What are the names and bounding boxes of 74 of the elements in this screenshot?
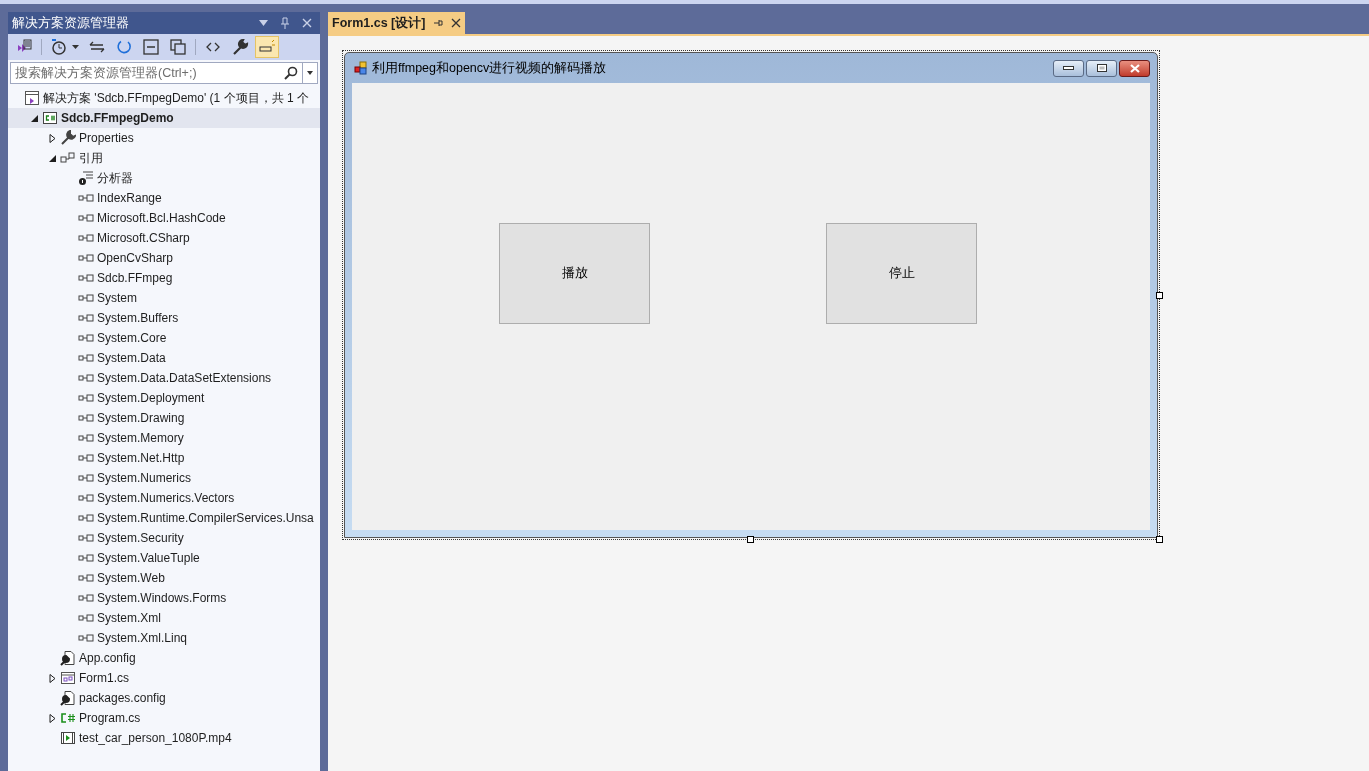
panel-title: 解决方案资源管理器 [12, 14, 130, 32]
analyzer-icon [78, 170, 94, 186]
config-file-icon [60, 690, 76, 706]
tree-item[interactable]: Microsoft.CSharp [8, 228, 320, 248]
tree-item[interactable]: System [8, 288, 320, 308]
minimize-button[interactable] [1053, 59, 1084, 77]
csharp-project-icon [42, 110, 58, 126]
collapsed-arrow-icon[interactable] [47, 713, 57, 723]
config-file-icon [60, 650, 76, 666]
tree-item[interactable]: System.Data.DataSetExtensions [8, 368, 320, 388]
tree-item[interactable]: 解决方案 'Sdcb.FFmpegDemo' (1 个项目，共 1 个 [8, 88, 320, 108]
tree-item[interactable]: 分析器 [8, 168, 320, 188]
wrench-icon [60, 130, 76, 146]
minimize-icon [1063, 66, 1074, 70]
resize-handle[interactable] [747, 536, 754, 543]
tree-item[interactable]: Sdcb.FFmpegDemo [8, 108, 320, 128]
close-icon [1128, 63, 1141, 73]
references-icon [60, 150, 76, 166]
expanded-arrow-icon[interactable] [29, 113, 39, 123]
form-button[interactable]: 播放 [499, 223, 650, 324]
tree-item[interactable]: IndexRange [8, 188, 320, 208]
tree-item[interactable]: System.Memory [8, 428, 320, 448]
form-icon [60, 670, 76, 686]
maximize-button[interactable] [1086, 59, 1117, 77]
tree-item[interactable]: Form1.cs [8, 668, 320, 688]
video-file-icon [60, 730, 76, 746]
copy-icon [169, 38, 187, 56]
solution-icon [24, 90, 40, 106]
tree-item[interactable]: System.Data [8, 348, 320, 368]
close-icon[interactable] [451, 18, 462, 28]
tree-item[interactable]: System.Net.Http [8, 448, 320, 468]
tree-item[interactable]: System.Numerics [8, 468, 320, 488]
form-title: 利用ffmpeg和opencv进行视频的解码播放 [372, 59, 608, 77]
collapse-all-icon [142, 38, 160, 56]
tree-item[interactable]: System.Security [8, 528, 320, 548]
tree-item[interactable]: Microsoft.Bcl.HashCode [8, 208, 320, 228]
wrench-icon [231, 38, 249, 56]
tree-item[interactable]: Sdcb.FFmpeg [8, 268, 320, 288]
search-icon [284, 66, 298, 80]
csharp-file-icon [60, 710, 76, 726]
tree-item[interactable]: System.Buffers [8, 308, 320, 328]
dropdown-icon [72, 45, 79, 49]
expanded-arrow-icon[interactable] [47, 153, 57, 163]
tree-item[interactable]: System.Numerics.Vectors [8, 488, 320, 508]
tree-item[interactable]: System.Xml [8, 608, 320, 628]
tree-item[interactable]: Properties [8, 128, 320, 148]
form-icon [354, 61, 368, 75]
tree-item[interactable]: test_car_person_1080P.mp4 [8, 728, 320, 748]
maximize-icon [1096, 64, 1107, 72]
pin-icon[interactable] [433, 18, 444, 28]
tree-item[interactable]: System.Deployment [8, 388, 320, 408]
tree-item[interactable]: Program.cs [8, 708, 320, 728]
dropdown-icon[interactable] [305, 70, 315, 76]
tree-item[interactable]: System.Web [8, 568, 320, 588]
refresh-icon [115, 38, 133, 56]
clock-icon [50, 38, 68, 56]
tree-item[interactable]: 引用 [8, 148, 320, 168]
tree-item[interactable]: System.Windows.Forms [8, 588, 320, 608]
tree-item[interactable]: packages.config [8, 688, 320, 708]
search-field[interactable]: 搜索解决方案资源管理器(Ctrl+;) [10, 62, 318, 84]
resize-handle[interactable] [1156, 536, 1163, 543]
tree-item[interactable]: System.Drawing [8, 408, 320, 428]
tree-item[interactable]: System.Xml.Linq [8, 628, 320, 648]
collapsed-arrow-icon[interactable] [47, 133, 57, 143]
tree-item[interactable]: System.Core [8, 328, 320, 348]
document-tab[interactable]: Form1.cs [设计] [328, 12, 466, 34]
close-button[interactable] [1119, 59, 1150, 77]
tree-item[interactable]: OpenCvSharp [8, 248, 320, 268]
tree-item[interactable]: System.ValueTuple [8, 548, 320, 568]
form-button[interactable]: 停止 [826, 223, 977, 324]
resize-handle[interactable] [1156, 292, 1163, 299]
collapsed-arrow-icon[interactable] [47, 673, 57, 683]
tree-item[interactable]: App.config [8, 648, 320, 668]
tree-item[interactable]: System.Runtime.CompilerServices.Unsa [8, 508, 320, 528]
